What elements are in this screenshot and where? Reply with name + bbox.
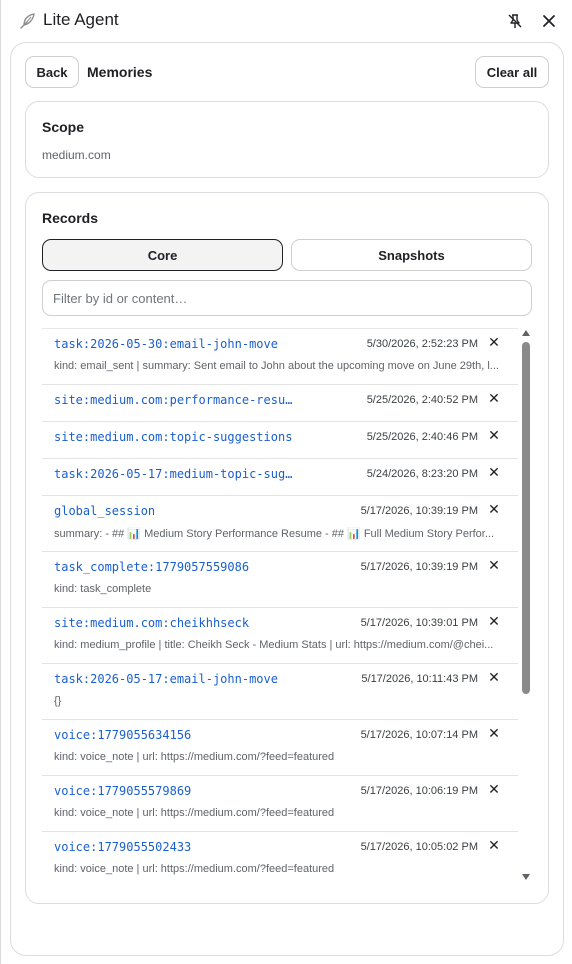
clear-all-button[interactable]: Clear all bbox=[475, 56, 549, 88]
record-summary: summary: - ## 📊 Medium Story Performance… bbox=[54, 528, 495, 540]
scroll-down-icon[interactable] bbox=[522, 874, 530, 880]
list-item[interactable]: voice:1779055502433 5/17/2026, 10:05:02 … bbox=[42, 832, 518, 884]
close-icon[interactable]: ✕ bbox=[487, 558, 501, 572]
window-edge bbox=[0, 0, 1, 964]
record-time: 5/17/2026, 10:06:19 PM bbox=[360, 785, 478, 797]
feather-icon bbox=[20, 13, 35, 29]
list-item[interactable]: global_session 5/17/2026, 10:39:19 PM ✕ … bbox=[42, 496, 518, 552]
close-icon[interactable]: ✕ bbox=[487, 428, 501, 442]
tab-snapshots[interactable]: Snapshots bbox=[291, 239, 532, 271]
close-icon[interactable]: ✕ bbox=[487, 391, 501, 405]
record-time: 5/25/2026, 2:40:52 PM bbox=[366, 394, 478, 406]
list-item[interactable]: site:medium.com:performance-resume 5/25/… bbox=[42, 385, 518, 422]
record-time: 5/25/2026, 2:40:46 PM bbox=[366, 431, 478, 443]
record-id[interactable]: task_complete:1779057559086 bbox=[54, 560, 249, 574]
filter-input[interactable] bbox=[42, 280, 532, 316]
record-id[interactable]: task:2026-05-17:medium-topic-suggestions bbox=[54, 467, 294, 481]
app-title: Lite Agent bbox=[43, 10, 119, 29]
record-summary: kind: email_sent | summary: Sent email t… bbox=[54, 360, 499, 372]
record-time: 5/30/2026, 2:52:23 PM bbox=[366, 338, 478, 350]
close-icon[interactable]: ✕ bbox=[487, 614, 501, 628]
record-time: 5/17/2026, 10:07:14 PM bbox=[360, 729, 478, 741]
list-item[interactable]: site:medium.com:topic-suggestions 5/25/2… bbox=[42, 422, 518, 459]
list-item[interactable]: voice:1779055634156 5/17/2026, 10:07:14 … bbox=[42, 720, 518, 776]
record-id[interactable]: site:medium.com:performance-resume bbox=[54, 393, 294, 407]
scroll-thumb[interactable] bbox=[522, 342, 530, 694]
list-item[interactable]: task_complete:1779057559086 5/17/2026, 1… bbox=[42, 552, 518, 608]
scope-title: Scope bbox=[42, 119, 85, 135]
list-item[interactable]: task:2026-05-17:email-john-move 5/17/202… bbox=[42, 664, 518, 720]
back-button[interactable]: Back bbox=[25, 56, 79, 88]
records-card: Records Core Snapshots task:2026-05-30:e… bbox=[25, 192, 549, 904]
records-scrollbar[interactable] bbox=[522, 330, 530, 884]
close-icon[interactable]: ✕ bbox=[487, 335, 501, 349]
scroll-up-icon[interactable] bbox=[522, 330, 530, 336]
record-summary: kind: voice_note | url: https://medium.c… bbox=[54, 751, 335, 763]
records-title: Records bbox=[42, 210, 99, 226]
tab-core[interactable]: Core bbox=[42, 239, 283, 271]
record-time: 5/17/2026, 10:05:02 PM bbox=[360, 841, 478, 853]
close-icon[interactable]: ✕ bbox=[487, 670, 501, 684]
title-bar: Lite Agent bbox=[0, 0, 572, 42]
list-item[interactable]: site:medium.com:cheikhhseck 5/17/2026, 1… bbox=[42, 608, 518, 664]
scope-card: Scope medium.com bbox=[25, 101, 549, 178]
close-icon[interactable]: ✕ bbox=[487, 782, 501, 796]
record-id[interactable]: voice:1779055502433 bbox=[54, 840, 191, 854]
record-id[interactable]: site:medium.com:cheikhhseck bbox=[54, 616, 249, 630]
page-title: Memories bbox=[87, 64, 153, 80]
record-summary: {} bbox=[54, 695, 62, 707]
record-time: 5/17/2026, 10:11:43 PM bbox=[361, 673, 478, 685]
close-icon[interactable] bbox=[540, 12, 558, 30]
record-summary: kind: voice_note | url: https://medium.c… bbox=[54, 807, 335, 819]
record-id[interactable]: voice:1779055579869 bbox=[54, 784, 191, 798]
records-list: task:2026-05-30:email-john-move 5/30/202… bbox=[42, 328, 518, 884]
record-id[interactable]: site:medium.com:topic-suggestions bbox=[54, 430, 292, 444]
close-icon[interactable]: ✕ bbox=[487, 465, 501, 479]
close-icon[interactable]: ✕ bbox=[487, 838, 501, 852]
record-summary: kind: task_complete bbox=[54, 583, 152, 595]
record-time: 5/17/2026, 10:39:01 PM bbox=[360, 617, 478, 629]
record-time: 5/24/2026, 8:23:20 PM bbox=[366, 468, 478, 480]
record-id[interactable]: task:2026-05-17:email-john-move bbox=[54, 672, 278, 686]
close-icon[interactable]: ✕ bbox=[487, 726, 501, 740]
list-item[interactable]: task:2026-05-17:medium-topic-suggestions… bbox=[42, 459, 518, 496]
record-summary: kind: medium_profile | title: Cheikh Sec… bbox=[54, 639, 494, 651]
record-id[interactable]: task:2026-05-30:email-john-move bbox=[54, 337, 278, 351]
record-time: 5/17/2026, 10:39:19 PM bbox=[360, 505, 478, 517]
close-icon[interactable]: ✕ bbox=[487, 502, 501, 516]
scope-value: medium.com bbox=[42, 148, 111, 162]
record-time: 5/17/2026, 10:39:19 PM bbox=[360, 561, 478, 573]
unpin-icon[interactable] bbox=[506, 12, 524, 30]
list-item[interactable]: task:2026-05-30:email-john-move 5/30/202… bbox=[42, 329, 518, 385]
list-item[interactable]: voice:1779055579869 5/17/2026, 10:06:19 … bbox=[42, 776, 518, 832]
record-id[interactable]: voice:1779055634156 bbox=[54, 728, 191, 742]
record-id[interactable]: global_session bbox=[54, 504, 155, 518]
record-summary: kind: voice_note | url: https://medium.c… bbox=[54, 863, 335, 875]
